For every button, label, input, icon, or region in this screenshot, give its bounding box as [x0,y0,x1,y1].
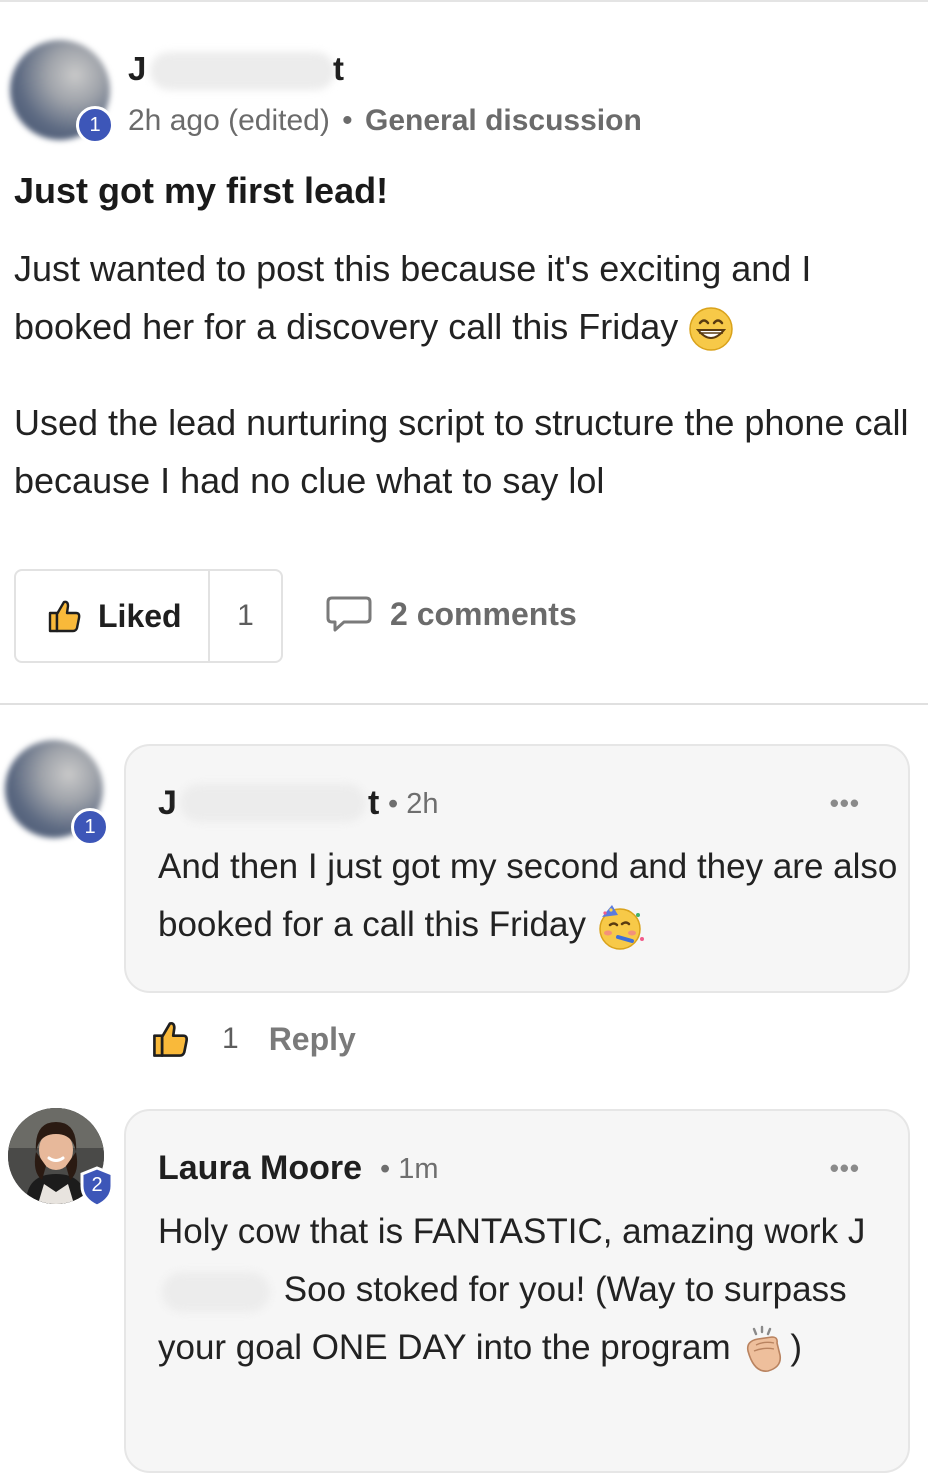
like-button[interactable]: Liked [16,571,210,661]
like-control: Liked 1 [14,569,283,663]
more-options-icon[interactable]: ••• [830,788,860,819]
comments-button[interactable]: 2 comments [326,594,577,634]
comment-1-like-count[interactable]: 1 [222,1022,239,1056]
post-author-name[interactable]: J [128,50,146,88]
post-author-name-end: t [333,50,344,87]
post-paragraph-1: Just wanted to post this because it's ex… [14,240,914,356]
meta-separator: • [342,104,353,137]
top-divider [0,0,928,2]
comment-1-actions: 1 Reply [150,1018,356,1060]
thumbs-up-icon[interactable] [150,1018,192,1060]
level-badge: 1 [71,808,109,846]
grinning-emoji-icon [689,307,734,352]
comment-2-author[interactable]: Laura Moore [158,1149,362,1188]
comment-1-author-end: t [368,784,380,822]
level-badge: 2 [91,1173,103,1196]
section-divider [0,703,928,705]
comment-2-time: • 1m [380,1153,439,1185]
comment-1-author[interactable]: J [158,784,177,823]
comments-count-label: 2 comments [390,595,577,632]
redacted-name [162,1271,270,1312]
post-title: Just got my first lead! [14,170,389,211]
post-author-avatar[interactable]: 1 [10,40,120,150]
post-meta: 2h ago (edited) • General discussion [128,104,642,138]
comment-1-avatar[interactable]: 1 [5,740,115,855]
post-time: 2h ago (edited) [128,104,330,137]
post-category[interactable]: General discussion [365,104,642,137]
comment-1-text: And then I just got my second and they a… [158,838,898,954]
like-count[interactable]: 1 [210,599,281,633]
redacted-name [180,784,366,822]
comment-2-text: Holy cow that is FANTASTIC, amazing work… [158,1203,898,1377]
comment-bubble-icon [326,596,372,632]
comment-2-bubble: Laura Moore • 1m ••• Holy cow that is FA… [124,1109,910,1473]
clapping-hands-emoji-icon [747,1325,782,1372]
thumbs-up-icon [48,600,81,633]
partying-face-emoji-icon [598,904,644,950]
reply-button[interactable]: Reply [269,1021,356,1058]
post-paragraph-2: Used the lead nurturing script to struct… [14,402,909,501]
comment-1-bubble: J t • 2h ••• And then I just got my seco… [124,744,910,993]
more-options-icon[interactable]: ••• [830,1153,860,1184]
redacted-name [150,52,335,90]
comment-1-time: • 2h [388,788,439,820]
comment-2-avatar[interactable]: 2 [8,1108,120,1218]
like-label: Liked [98,597,182,634]
level-badge: 1 [76,106,114,144]
